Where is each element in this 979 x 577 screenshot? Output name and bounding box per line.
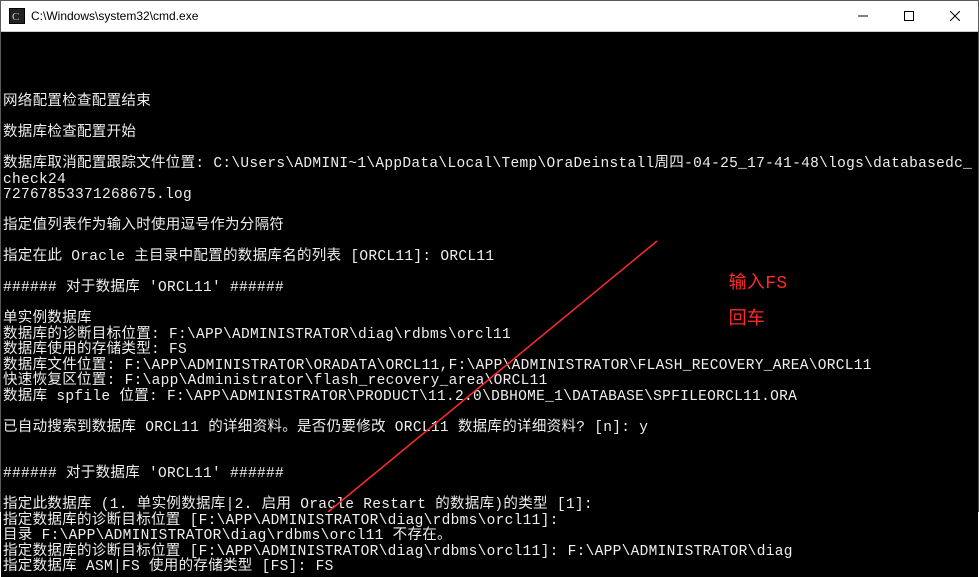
titlebar[interactable]: C C:\Windows\system32\cmd.exe xyxy=(1,1,978,32)
window-title: C:\Windows\system32\cmd.exe xyxy=(31,9,840,23)
terminal-line: 单实例数据库 xyxy=(3,312,976,328)
minimize-button[interactable] xyxy=(840,1,886,31)
terminal-line: ###### 对于数据库 'ORCL11' ###### xyxy=(3,467,976,483)
terminal-line: 数据库取消配置跟踪文件位置: C:\Users\ADMINI~1\AppData… xyxy=(3,157,976,188)
terminal-line: 指定数据库的诊断目标位置 [F:\APP\ADMINISTRATOR\diag\… xyxy=(3,514,976,530)
terminal-line: 数据库检查配置开始 xyxy=(3,126,976,142)
terminal-line: 指定数据库的诊断目标位置 [F:\APP\ADMINISTRATOR\diag\… xyxy=(3,545,976,561)
terminal-output[interactable]: 输入FS 回车 网络配置检查配置结束 数据库检查配置开始 数据库取消配置跟踪文件… xyxy=(1,32,978,577)
cmd-icon: C xyxy=(9,8,25,24)
terminal-line: 指定在此 Oracle 主目录中配置的数据库名的列表 [ORCL11]: ORC… xyxy=(3,250,976,266)
close-button[interactable] xyxy=(932,1,978,31)
terminal-line: 数据库使用的存储类型: FS xyxy=(3,343,976,359)
terminal-line: 已自动搜索到数据库 ORCL11 的详细资料。是否仍要修改 ORCL11 数据库… xyxy=(3,421,976,437)
terminal-line: 目录 F:\APP\ADMINISTRATOR\diag\rdbms\orcl1… xyxy=(3,529,976,545)
terminal-line: 网络配置检查配置结束 xyxy=(3,95,976,111)
cmd-window: C C:\Windows\system32\cmd.exe 输入FS 回车 网络… xyxy=(0,0,979,512)
annotation-line2: 回车 xyxy=(729,310,766,330)
terminal-line: 指定数据库 ASM|FS 使用的存储类型 [FS]: FS xyxy=(3,560,976,576)
annotation-text: 输入FS 回车 xyxy=(662,257,787,347)
svg-text:C: C xyxy=(12,11,19,23)
terminal-line xyxy=(3,452,976,468)
terminal-line xyxy=(3,204,976,220)
terminal-line xyxy=(3,142,976,158)
terminal-line xyxy=(3,436,976,452)
terminal-line: 数据库的诊断目标位置: F:\APP\ADMINISTRATOR\diag\rd… xyxy=(3,328,976,344)
terminal-line xyxy=(3,483,976,499)
annotation-line1: 输入FS xyxy=(729,274,788,294)
terminal-line xyxy=(3,266,976,282)
terminal-line xyxy=(3,111,976,127)
maximize-button[interactable] xyxy=(886,1,932,31)
terminal-line xyxy=(3,235,976,251)
terminal-line: ###### 对于数据库 'ORCL11' ###### xyxy=(3,281,976,297)
terminal-line xyxy=(3,405,976,421)
window-controls xyxy=(840,1,978,31)
terminal-line xyxy=(3,297,976,313)
terminal-line: 指定值列表作为输入时使用逗号作为分隔符 xyxy=(3,219,976,235)
terminal-line: 72767853371268675.log xyxy=(3,188,976,204)
terminal-line: 数据库文件位置: F:\APP\ADMINISTRATOR\ORADATA\OR… xyxy=(3,359,976,375)
terminal-line: 指定此数据库 (1. 单实例数据库|2. 启用 Oracle Restart 的… xyxy=(3,498,976,514)
terminal-line: 数据库 spfile 位置: F:\APP\ADMINISTRATOR\PROD… xyxy=(3,390,976,406)
terminal-line: 快速恢复区位置: F:\app\Administrator\flash_reco… xyxy=(3,374,976,390)
